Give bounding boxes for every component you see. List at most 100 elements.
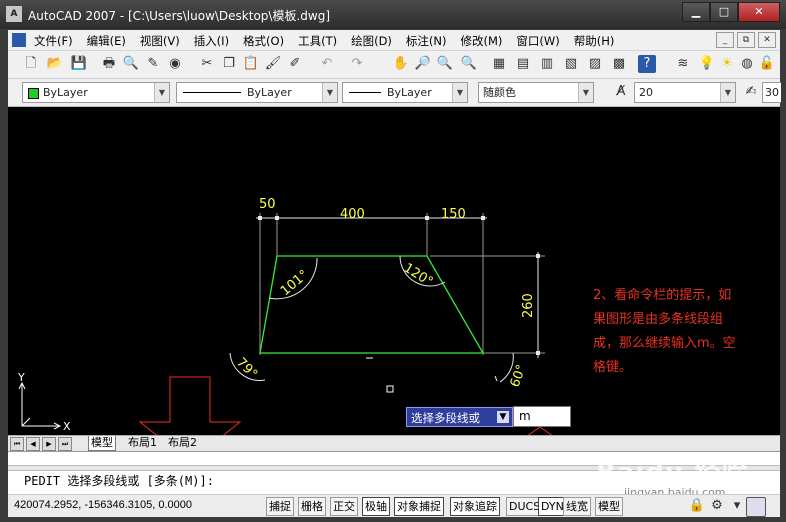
menu-view[interactable]: 视图(V)	[140, 33, 180, 49]
chevron-down-icon[interactable]: ▾	[728, 497, 746, 515]
dim-style-combo[interactable]: 30	[762, 82, 781, 103]
text-style-icon[interactable]: A̸	[612, 83, 630, 101]
chevron-down-icon[interactable]: ▼	[452, 83, 467, 102]
open-file-icon[interactable]: 📂	[46, 55, 64, 73]
sheet-set-icon[interactable]: ▧	[562, 55, 580, 73]
dim-style-icon[interactable]: ✍	[742, 83, 760, 101]
down-arrow-key-icon[interactable]: ▼	[497, 411, 509, 423]
redo-icon[interactable]: ↷	[348, 55, 366, 73]
match-properties-icon[interactable]: 🖌	[264, 55, 282, 73]
next-tab-icon[interactable]: ▶	[42, 437, 56, 451]
layer-combo[interactable]: ByLayer ▼	[22, 82, 170, 103]
title-bar: A AutoCAD 2007 - [C:\Users\luow\Desktop\…	[0, 0, 786, 29]
text-height-combo[interactable]: 20 ▼	[634, 82, 736, 103]
dynamic-prompt-text: 选择多段线或	[411, 411, 480, 425]
model-toggle[interactable]: 模型	[595, 497, 623, 516]
clean-screen-icon[interactable]	[746, 497, 766, 517]
undo-icon[interactable]: ↶	[318, 55, 336, 73]
polar-toggle[interactable]: 极轴	[362, 497, 390, 516]
minimize-button[interactable]: ▁	[682, 2, 710, 22]
layer-on-icon[interactable]: 💡	[698, 55, 716, 73]
copy-icon[interactable]: ❐	[220, 55, 238, 73]
linetype-combo[interactable]: ByLayer ▼	[176, 82, 338, 103]
pan-icon[interactable]: ✋	[392, 55, 410, 73]
new-file-icon[interactable]: 🗋	[22, 55, 40, 73]
dynamic-input-field[interactable]: m	[513, 406, 571, 427]
3d-dwf-icon[interactable]: ◉	[166, 55, 184, 73]
color-value: 随颜色	[483, 86, 516, 99]
layer-lock-icon[interactable]: ◍	[738, 55, 756, 73]
chevron-down-icon[interactable]: ▼	[720, 83, 735, 102]
maximize-button[interactable]: □	[710, 2, 738, 22]
ortho-toggle[interactable]: 正交	[330, 497, 358, 516]
linetype-preview	[183, 92, 241, 93]
menu-dimension[interactable]: 标注(N)	[406, 33, 447, 49]
coordinate-readout: 420074.2952, -156346.3105, 0.0000	[14, 499, 192, 511]
menu-edit[interactable]: 编辑(E)	[87, 33, 126, 49]
color-combo[interactable]: 随颜色 ▼	[478, 82, 594, 103]
menu-items: 文件(F) 编辑(E) 视图(V) 插入(I) 格式(O) 工具(T) 绘图(D…	[34, 33, 628, 49]
publish-icon[interactable]: ✎	[144, 55, 162, 73]
lineweight-toggle[interactable]: 线宽	[563, 497, 591, 516]
cut-icon[interactable]: ✂	[198, 55, 216, 73]
baidu-watermark: Baidu 经验	[596, 458, 749, 488]
layer-color-icon[interactable]: 🔓	[758, 55, 776, 73]
dynamic-input-prompt: 选择多段线或 ▼	[406, 407, 513, 427]
properties-icon[interactable]: ▦	[490, 55, 508, 73]
block-editor-icon[interactable]: ✐	[286, 55, 304, 73]
save-icon[interactable]: 💾	[70, 55, 88, 73]
menu-format[interactable]: 格式(O)	[243, 33, 284, 49]
chevron-down-icon[interactable]: ▼	[578, 83, 593, 102]
doc-close-button[interactable]: ✕	[758, 32, 776, 48]
close-button[interactable]: ✕	[738, 2, 780, 22]
document-icon[interactable]	[12, 33, 26, 47]
tray-settings-icon[interactable]: ⚙	[708, 497, 726, 515]
tab-layout1[interactable]: 布局1	[126, 436, 159, 450]
last-tab-icon[interactable]: ⏭	[58, 437, 72, 451]
zoom-window-icon[interactable]: 🔍	[436, 55, 454, 73]
print-preview-icon[interactable]: 🔍	[122, 55, 140, 73]
menu-insert[interactable]: 插入(I)	[194, 33, 229, 49]
doc-minimize-button[interactable]: _	[716, 32, 734, 48]
menu-bar: 文件(F) 编辑(E) 视图(V) 插入(I) 格式(O) 工具(T) 绘图(D…	[8, 30, 780, 51]
layer-freeze-icon[interactable]: ☀	[718, 55, 736, 73]
paste-icon[interactable]: 📋	[242, 55, 260, 73]
linetype-value: ByLayer	[247, 86, 292, 99]
calculator-icon[interactable]: ▩	[610, 55, 628, 73]
layer-color-swatch	[28, 88, 39, 99]
menu-tools[interactable]: 工具(T)	[298, 33, 337, 49]
osnap-toggle[interactable]: 对象捕捉	[394, 497, 444, 516]
doc-restore-button[interactable]: ⧉	[737, 32, 755, 48]
snap-toggle[interactable]: 捕捉	[266, 497, 294, 516]
design-center-icon[interactable]: ▤	[514, 55, 532, 73]
lineweight-value: ByLayer	[387, 86, 432, 99]
drawing-canvas[interactable]	[8, 107, 780, 435]
status-bar: 420074.2952, -156346.3105, 0.0000 捕捉 栅格 …	[8, 494, 780, 517]
zoom-realtime-icon[interactable]: 🔎	[414, 55, 432, 73]
menu-file[interactable]: 文件(F)	[34, 33, 73, 49]
tab-model[interactable]: 模型	[88, 436, 116, 451]
window-controls: ▁ □ ✕	[682, 2, 780, 22]
document-controls: _ ⧉ ✕	[713, 32, 776, 48]
tab-layout2[interactable]: 布局2	[166, 436, 199, 450]
layer-value: ByLayer	[43, 86, 88, 99]
prev-tab-icon[interactable]: ◀	[26, 437, 40, 451]
zoom-previous-icon[interactable]: 🔍	[460, 55, 478, 73]
menu-help[interactable]: 帮助(H)	[574, 33, 615, 49]
print-icon[interactable]: 🖶	[100, 55, 118, 73]
grid-toggle[interactable]: 栅格	[298, 497, 326, 516]
menu-draw[interactable]: 绘图(D)	[351, 33, 392, 49]
lock-icon[interactable]: 🔒	[688, 497, 706, 515]
chevron-down-icon[interactable]: ▼	[322, 83, 337, 102]
layer-manager-icon[interactable]: ≋	[674, 55, 692, 73]
first-tab-icon[interactable]: ⏮	[10, 437, 24, 451]
help-icon[interactable]: ?	[638, 55, 656, 73]
markup-icon[interactable]: ▨	[586, 55, 604, 73]
tool-palettes-icon[interactable]: ▥	[538, 55, 556, 73]
chevron-down-icon[interactable]: ▼	[154, 83, 169, 102]
menu-modify[interactable]: 修改(M)	[461, 33, 503, 49]
otrack-toggle[interactable]: 对象追踪	[450, 497, 500, 516]
menu-window[interactable]: 窗口(W)	[516, 33, 559, 49]
autocad-app-icon[interactable]: A	[6, 6, 22, 22]
lineweight-combo[interactable]: ByLayer ▼	[342, 82, 468, 103]
